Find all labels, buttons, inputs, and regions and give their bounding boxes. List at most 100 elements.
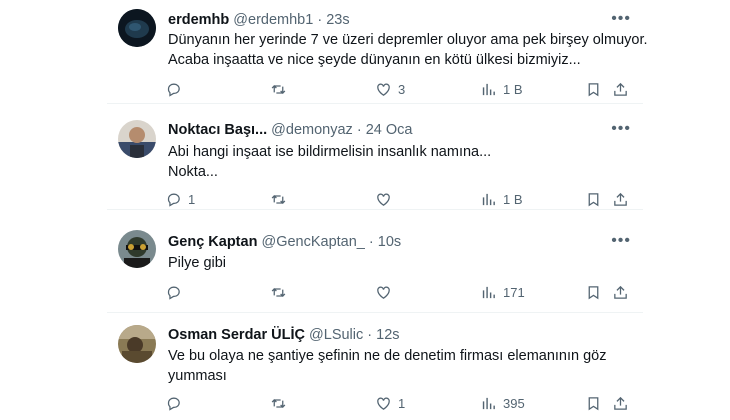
tweet-actions: 1 395: [165, 393, 635, 413]
display-name[interactable]: Genç Kaptan: [168, 234, 257, 250]
reply-icon: [165, 395, 182, 412]
separator-dot: ·: [356, 122, 362, 138]
tweet-text: Dünyanın her yerinde 7 ve üzeri depremle…: [168, 30, 648, 70]
like-button[interactable]: 1: [375, 393, 405, 413]
retweet-icon: [270, 284, 287, 301]
user-handle[interactable]: @erdemhb1: [233, 12, 313, 28]
avatar[interactable]: [118, 120, 156, 158]
share-button[interactable]: [612, 79, 629, 99]
tweet-text: Pilye gibi: [168, 253, 638, 273]
views-count: 1 B: [503, 81, 523, 97]
tweet-text-line: Nokta...: [168, 164, 218, 180]
timestamp[interactable]: 23s: [326, 12, 349, 28]
reply-icon: [165, 284, 182, 301]
more-options-icon[interactable]: •••: [611, 121, 631, 137]
share-button[interactable]: [612, 393, 629, 413]
tweet-header: Osman Serdar ÜLİÇ @LSulic · 12s: [168, 326, 400, 344]
like-count: 1: [398, 395, 406, 411]
tweet-text-line: Ve bu olaya ne şantiye şefinin ne de den…: [168, 348, 607, 364]
retweet-icon: [270, 81, 287, 98]
avatar[interactable]: [118, 230, 156, 268]
bookmark-icon: [585, 81, 602, 98]
like-button[interactable]: [375, 282, 398, 302]
like-icon: [375, 395, 392, 412]
tweet[interactable]: Osman Serdar ÜLİÇ @LSulic · 12s Ve bu ol…: [107, 315, 643, 420]
tweet-text-line: Pilye gibi: [168, 255, 227, 271]
user-handle[interactable]: @GencKaptan_: [261, 234, 364, 250]
avatar[interactable]: [118, 9, 156, 47]
tweet[interactable]: Genç Kaptan @GencKaptan_ · 10s ••• Pilye…: [107, 216, 643, 313]
share-icon: [612, 191, 629, 208]
timestamp[interactable]: 12s: [376, 327, 399, 343]
like-icon: [375, 81, 392, 98]
more-options-icon[interactable]: •••: [611, 11, 631, 27]
like-button[interactable]: 3: [375, 79, 405, 99]
views-icon: [480, 191, 497, 208]
reply-button[interactable]: [165, 79, 188, 99]
retweet-button[interactable]: [270, 282, 293, 302]
retweet-icon: [270, 395, 287, 412]
views-button[interactable]: 395: [480, 393, 525, 413]
tweet-text: Ve bu olaya ne şantiye şefinin ne de den…: [168, 346, 638, 386]
views-button[interactable]: 1 B: [480, 79, 523, 99]
tweet-header: erdemhb @erdemhb1 · 23s: [168, 11, 350, 29]
reply-icon: [165, 191, 182, 208]
tweet-actions: 171: [165, 282, 635, 302]
user-handle[interactable]: @LSulic: [309, 327, 363, 343]
views-icon: [480, 81, 497, 98]
reply-icon: [165, 81, 182, 98]
tweet-text-line: Dünyanın her yerinde 7 ve üzeri depremle…: [168, 32, 648, 48]
reply-count: 1: [188, 191, 196, 207]
reply-button[interactable]: [165, 393, 188, 413]
retweet-button[interactable]: [270, 79, 293, 99]
tweet[interactable]: erdemhb @erdemhb1 · 23s ••• Dünyanın her…: [107, 0, 648, 104]
bookmark-button[interactable]: [585, 393, 602, 413]
share-button[interactable]: [612, 282, 629, 302]
bookmark-icon: [585, 395, 602, 412]
share-button[interactable]: [612, 189, 629, 209]
tweet-feed: erdemhb @erdemhb1 · 23s ••• Dünyanın her…: [0, 0, 730, 420]
retweet-button[interactable]: [270, 393, 293, 413]
tweet-text-line: Acaba inşaatta ve nice şeyde dünyanın en…: [168, 52, 581, 68]
display-name[interactable]: erdemhb: [168, 12, 229, 28]
bookmark-button[interactable]: [585, 282, 602, 302]
more-options-icon[interactable]: •••: [611, 233, 631, 249]
tweet-text: Abi hangi inşaat ise bildirmelisin insan…: [168, 142, 638, 182]
tweet-header: Genç Kaptan @GencKaptan_ · 10s: [168, 233, 401, 251]
tweet-header: Noktacı Başı... @demonyaz · 24 Oca: [168, 121, 412, 139]
views-icon: [480, 395, 497, 412]
like-icon: [375, 191, 392, 208]
tweet[interactable]: Noktacı Başı... @demonyaz · 24 Oca ••• A…: [107, 109, 643, 210]
like-button[interactable]: [375, 189, 398, 209]
bookmark-button[interactable]: [585, 189, 602, 209]
views-count: 1 B: [503, 191, 523, 207]
timestamp[interactable]: 24 Oca: [366, 122, 413, 138]
tweet-actions: 1 1 B: [165, 189, 635, 209]
like-icon: [375, 284, 392, 301]
bookmark-icon: [585, 191, 602, 208]
tweet-actions: 3 1 B: [165, 79, 635, 99]
display-name[interactable]: Osman Serdar ÜLİÇ: [168, 327, 305, 343]
tweet-text-line: Abi hangi inşaat ise bildirmelisin insan…: [168, 144, 492, 160]
avatar[interactable]: [118, 325, 156, 363]
views-button[interactable]: 171: [480, 282, 525, 302]
separator-dot: ·: [368, 234, 374, 250]
display-name[interactable]: Noktacı Başı...: [168, 122, 267, 138]
reply-button[interactable]: [165, 282, 188, 302]
views-count: 395: [503, 395, 525, 411]
bookmark-icon: [585, 284, 602, 301]
separator-dot: ·: [367, 327, 373, 343]
share-icon: [612, 395, 629, 412]
views-icon: [480, 284, 497, 301]
user-handle[interactable]: @demonyaz: [271, 122, 353, 138]
bookmark-button[interactable]: [585, 79, 602, 99]
tweet-text-line: yumması: [168, 368, 227, 384]
timestamp[interactable]: 10s: [378, 234, 401, 250]
views-button[interactable]: 1 B: [480, 189, 523, 209]
reply-button[interactable]: 1: [165, 189, 195, 209]
share-icon: [612, 81, 629, 98]
retweet-button[interactable]: [270, 189, 293, 209]
separator-dot: ·: [317, 12, 323, 28]
views-count: 171: [503, 284, 525, 300]
retweet-icon: [270, 191, 287, 208]
